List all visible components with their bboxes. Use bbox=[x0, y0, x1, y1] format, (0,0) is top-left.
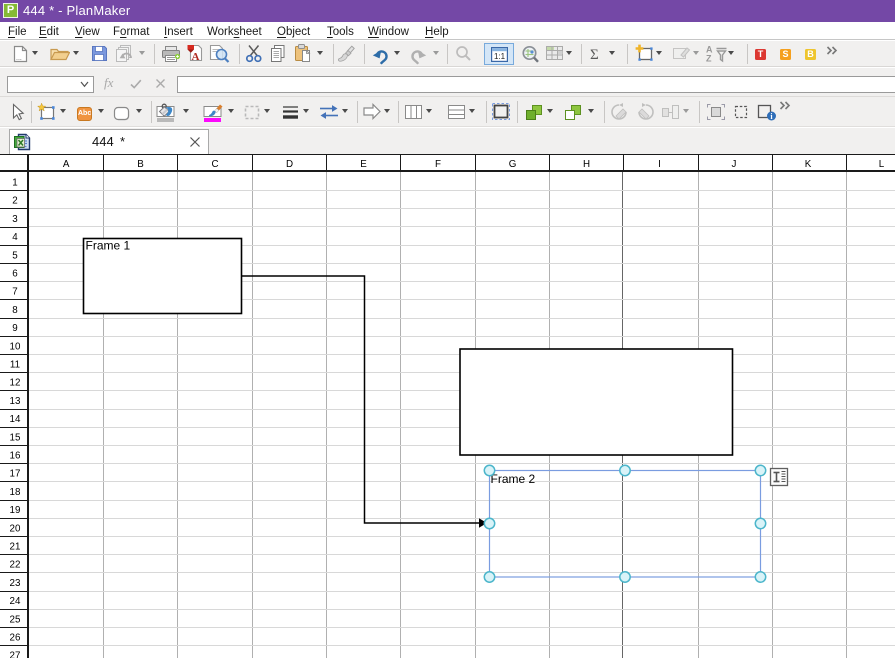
svg-text:10: 10 bbox=[10, 341, 21, 352]
svg-text:A: A bbox=[63, 159, 70, 170]
svg-text:6: 6 bbox=[12, 269, 18, 280]
svg-text:16: 16 bbox=[10, 451, 21, 462]
svg-text:26: 26 bbox=[10, 633, 21, 644]
svg-text:Frame 2: Frame 2 bbox=[491, 472, 536, 486]
svg-text:19: 19 bbox=[10, 505, 21, 516]
svg-text:H: H bbox=[583, 159, 590, 170]
svg-text:24: 24 bbox=[10, 596, 21, 607]
svg-text:11: 11 bbox=[10, 360, 20, 371]
svg-text:27: 27 bbox=[10, 651, 21, 658]
svg-text:Σ: Σ bbox=[590, 47, 599, 62]
svg-text:A: A bbox=[192, 51, 200, 63]
svg-text:1: 1 bbox=[12, 178, 17, 189]
svg-text:23: 23 bbox=[10, 578, 21, 589]
svg-text:Z: Z bbox=[706, 54, 712, 64]
svg-text:7: 7 bbox=[12, 287, 17, 298]
svg-text:...: ... bbox=[16, 55, 22, 62]
svg-text:4: 4 bbox=[12, 232, 18, 243]
svg-text:1:1: 1:1 bbox=[494, 52, 506, 61]
svg-text:20: 20 bbox=[10, 523, 21, 534]
svg-text:G: G bbox=[509, 159, 517, 170]
svg-text:L: L bbox=[879, 159, 885, 170]
svg-text:C: C bbox=[211, 159, 218, 170]
svg-text:B: B bbox=[137, 159, 144, 170]
svg-text:Frame 1: Frame 1 bbox=[86, 239, 131, 253]
svg-text:9: 9 bbox=[12, 323, 17, 334]
svg-text:18: 18 bbox=[10, 487, 21, 498]
svg-text:8: 8 bbox=[12, 305, 18, 316]
svg-text:J: J bbox=[732, 159, 737, 170]
svg-text:F: F bbox=[435, 159, 441, 170]
svg-text:12: 12 bbox=[10, 378, 21, 389]
svg-text:22: 22 bbox=[10, 560, 21, 571]
svg-text:2: 2 bbox=[12, 196, 17, 207]
svg-text:17: 17 bbox=[10, 469, 21, 480]
svg-text:3: 3 bbox=[12, 214, 18, 225]
svg-text:25: 25 bbox=[10, 614, 21, 625]
svg-text:E: E bbox=[360, 159, 367, 170]
svg-text:15: 15 bbox=[10, 432, 21, 443]
svg-text:21: 21 bbox=[10, 542, 21, 553]
svg-text:14: 14 bbox=[10, 414, 21, 425]
svg-text:I: I bbox=[658, 159, 661, 170]
svg-text:13: 13 bbox=[10, 396, 21, 407]
svg-text:5: 5 bbox=[12, 250, 18, 261]
svg-text:D: D bbox=[286, 159, 293, 170]
svg-text:K: K bbox=[805, 159, 812, 170]
